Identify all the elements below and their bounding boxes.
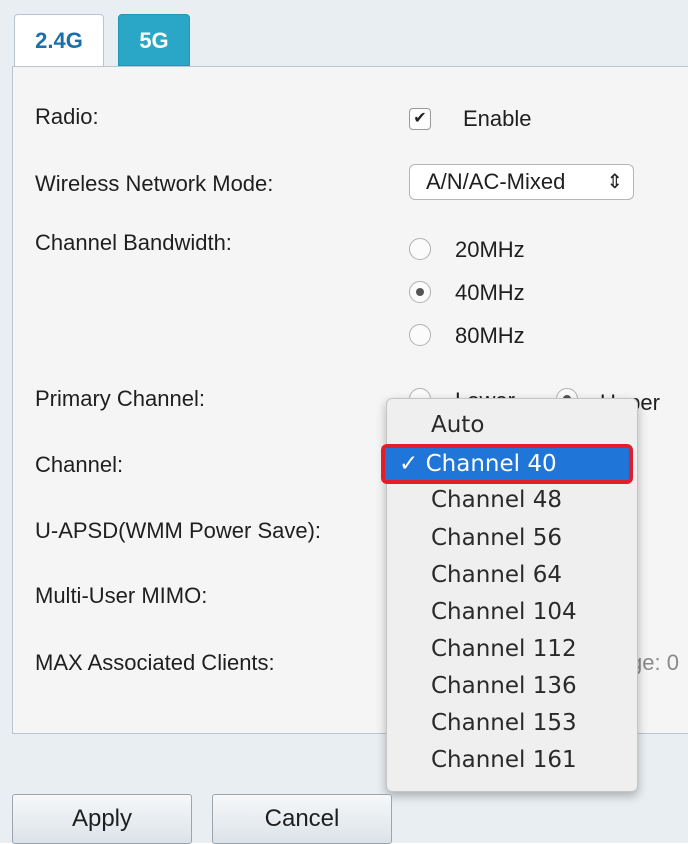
bandwidth-40mhz-label: 40MHz <box>455 280 525 305</box>
apply-button[interactable]: Apply <box>12 794 192 844</box>
bandwidth-20mhz-label: 20MHz <box>455 237 525 262</box>
channel-option-auto[interactable]: Auto <box>431 412 484 438</box>
channel-option-40-selected[interactable]: ✓ Channel 40 <box>381 444 633 484</box>
channel-option-136[interactable]: Channel 136 <box>431 673 577 699</box>
primary-channel-label: Primary Channel: <box>35 386 205 411</box>
radio-label: Radio: <box>35 104 99 129</box>
select-arrows-icon: ⇕ <box>606 171 623 193</box>
wireless-mode-value: A/N/AC-Mixed <box>426 169 566 194</box>
channel-option-153[interactable]: Channel 153 <box>431 710 577 736</box>
channel-option-64[interactable]: Channel 64 <box>431 562 562 588</box>
channel-option-104[interactable]: Channel 104 <box>431 599 577 625</box>
channel-option-56[interactable]: Channel 56 <box>431 525 562 551</box>
channel-bandwidth-label: Channel Bandwidth: <box>35 230 232 255</box>
channel-option-40-label: ✓ Channel 40 <box>399 451 557 477</box>
bandwidth-80mhz-radio[interactable] <box>409 324 431 346</box>
channel-option-161[interactable]: Channel 161 <box>431 747 577 773</box>
radio-enable-label: Enable <box>463 106 532 131</box>
channel-label: Channel: <box>35 452 124 477</box>
wireless-mode-select[interactable]: A/N/AC-Mixed ⇕ <box>409 164 634 200</box>
bandwidth-80mhz-label: 80MHz <box>455 323 525 348</box>
radio-enable-checkbox[interactable]: ✔ <box>409 108 431 130</box>
tab-5g[interactable]: 5G <box>118 14 190 66</box>
channel-option-48[interactable]: Channel 48 <box>431 487 562 513</box>
channel-option-40-text: Channel 40 <box>425 451 557 477</box>
max-clients-label: MAX Associated Clients: <box>35 650 275 675</box>
bandwidth-40mhz-radio[interactable] <box>409 281 431 303</box>
channel-option-112[interactable]: Channel 112 <box>431 636 577 662</box>
mu-mimo-label: Multi-User MIMO: <box>35 583 208 608</box>
checkmark-icon: ✓ <box>399 451 419 477</box>
tab-2-4g[interactable]: 2.4G <box>14 14 104 66</box>
uapsd-label: U-APSD(WMM Power Save): <box>35 518 322 543</box>
cancel-button[interactable]: Cancel <box>212 794 392 844</box>
wireless-mode-label: Wireless Network Mode: <box>35 171 274 196</box>
bandwidth-20mhz-radio[interactable] <box>409 238 431 260</box>
